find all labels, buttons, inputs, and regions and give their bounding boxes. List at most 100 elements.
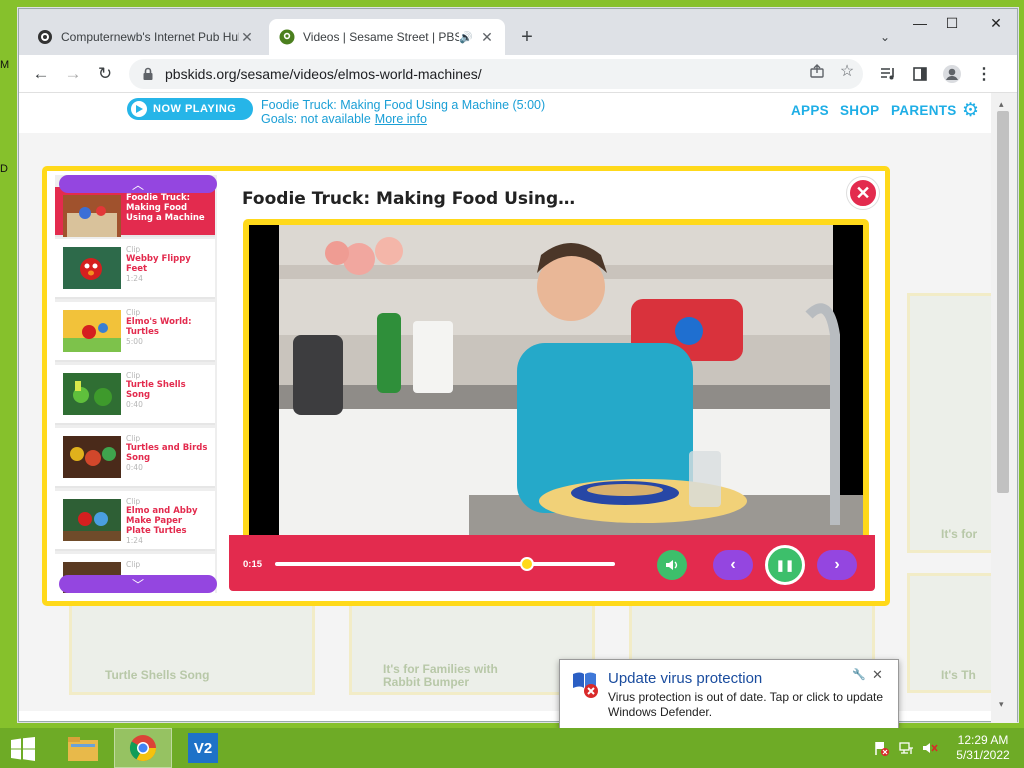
tab-internet-pub-hub[interactable]: Computernewb's Internet Pub Hub ✕ [27,19,265,55]
forward-button[interactable]: → [61,62,85,86]
vnc-icon: V2 [188,733,218,763]
playlist-item-duration: 1:24 [126,274,143,283]
close-window-button[interactable]: ✕ [981,13,1011,33]
tab-sesame-street-videos[interactable]: Videos | Sesame Street | PBS KIDS 🔊 ✕ [269,19,505,55]
side-panel-icon[interactable] [909,63,931,85]
previous-button[interactable]: ‹ [713,550,753,580]
minimize-button[interactable]: — [905,13,935,33]
browser-toolbar: ← → ↻ pbskids.org/sesame/videos/elmos-wo… [19,55,1017,93]
tab-title: Videos | Sesame Street | PBS KIDS [303,30,460,44]
url-text[interactable]: pbskids.org/sesame/videos/elmos-world-ma… [165,66,863,82]
maximize-button[interactable]: ☐ [937,13,967,33]
lock-icon[interactable] [141,67,155,81]
windows-start-icon[interactable] [10,737,36,761]
goals-label: Goals: not available [261,112,371,126]
settings-gear-icon[interactable]: ⚙ [962,101,982,121]
pub-hub-favicon-icon [37,29,53,45]
scroll-down-arrow[interactable]: ▾ [999,699,1009,709]
back-button[interactable]: ← [29,62,53,86]
playlist-item[interactable]: Foodie Truck: Making Food Using a Machin… [55,187,215,237]
chrome-app[interactable] [114,728,172,768]
playlist-item-title: Elmo and Abby Make Paper Plate Turtles [126,506,198,536]
now-playing-badge[interactable]: NOW PLAYING [127,98,253,120]
playlist-item[interactable]: Clip Turtle Shells Song 0:40 [55,365,215,425]
next-button[interactable]: › [817,550,857,580]
vnc-app[interactable]: V2 [174,728,232,768]
chrome-icon [129,735,157,762]
pbs-kids-page: NOW PLAYING Foodie Truck: Making Food Us… [19,93,991,711]
playlist-item[interactable]: Clip Elmo's World: Turtles 5:00 [55,302,215,362]
playlist-up-arrow[interactable]: ︿ [59,175,217,193]
video-thumbnail [63,195,121,237]
playlist-item-title: Turtle Shells Song [126,380,186,400]
address-bar[interactable]: pbskids.org/sesame/videos/elmos-world-ma… [129,59,863,89]
background-tile-label: It's for Families with Rabbit Bumper [383,662,498,689]
close-player-button[interactable]: ✕ [847,177,879,209]
more-info-link[interactable]: More info [375,112,427,126]
tab-search-button[interactable]: ⌄ [875,27,895,47]
browser-window: Computernewb's Internet Pub Hub ✕ Videos… [18,8,1018,723]
clock-time: 12:29 AM [957,733,1009,747]
progress-bar[interactable] [275,557,615,571]
notification-title: Update virus protection [608,670,763,687]
tab-close-icon[interactable]: ✕ [239,29,255,45]
playlist-item-title: Turtles and Birds Song [126,443,208,463]
action-center-flag-icon[interactable] [874,740,890,756]
player-controls: 0:15 ‹ ❚❚ › [229,535,875,591]
playlist-down-arrow[interactable]: ﹀ [59,575,217,593]
video-content[interactable] [249,225,863,535]
vertical-scrollbar[interactable]: ▴ ▾ [991,93,1017,723]
apps-link[interactable]: APPS [791,103,829,118]
virus-protection-notification[interactable]: Update virus protection Virus protection… [559,659,899,729]
playlist-item-duration: 5:00 [126,337,143,346]
system-clock[interactable]: 12:29 AM 5/31/2022 [950,733,1016,763]
shop-link[interactable]: SHOP [840,103,879,118]
video-thumbnail [63,436,121,478]
playlist-item-title: Elmo's World: Turtles [126,317,192,337]
video-title: Foodie Truck: Making Food Using… [242,189,576,209]
playlist-item-kind: Clip [126,560,141,569]
network-icon[interactable] [898,740,914,756]
tab-close-icon[interactable]: ✕ [479,29,495,45]
menu-dots-icon[interactable]: ⋮ [973,63,995,85]
background-tile-label: It's for [941,527,978,541]
reload-button[interactable]: ↻ [93,62,117,86]
new-tab-button[interactable]: + [515,25,539,49]
video-thumbnail [63,310,121,352]
playlist-item-kind: Clip [126,434,141,443]
parents-link[interactable]: PARENTS [891,103,957,118]
playlist-item-kind: Clip [126,371,141,380]
share-icon[interactable] [807,61,827,81]
volume-button[interactable] [657,550,687,580]
media-control-icon[interactable] [877,63,899,85]
pbs-kids-favicon-icon [279,29,295,45]
windows-defender-flag-icon [573,672,598,698]
playlist: Foodie Truck: Making Food Using a Machin… [55,175,217,593]
playlist-item-duration: 1:24 [126,536,143,545]
tab-audio-icon[interactable]: 🔊 [459,31,473,44]
desktop-icon-label[interactable]: M [0,59,9,71]
bookmark-star-icon[interactable]: ☆ [837,61,857,81]
wrench-icon[interactable]: 🔧 [852,668,866,682]
playlist-item[interactable]: Clip Elmo and Abby Make Paper Plate Turt… [55,491,215,551]
profile-avatar[interactable] [941,63,963,85]
notification-close-button[interactable]: ✕ [872,667,886,682]
pause-button[interactable]: ❚❚ [765,545,805,585]
playlist-item[interactable]: Clip Turtles and Birds Song 0:40 [55,428,215,488]
playlist-item[interactable]: Clip Webby Flippy Feet 1:24 [55,239,215,299]
file-explorer-app[interactable] [54,728,112,768]
playlist-item-kind: Clip [126,308,141,317]
background-tile-label: Turtle Shells Song [105,668,210,682]
volume-muted-icon[interactable] [922,740,938,756]
now-playing-label: NOW PLAYING [153,103,237,115]
video-frame: 0:15 ‹ ❚❚ › [229,219,875,591]
scroll-up-arrow[interactable]: ▴ [999,99,1009,109]
scrollbar-thumb[interactable] [997,111,1009,493]
now-playing-title: Foodie Truck: Making Food Using a Machin… [261,98,546,112]
desktop-icon-label[interactable]: D [0,163,8,175]
progress-thumb[interactable] [519,557,534,571]
tab-title: Computernewb's Internet Pub Hub [61,30,239,44]
background-video-tile[interactable] [907,293,991,553]
notification-body: Virus protection is out of date. Tap or … [608,690,884,719]
video-still [279,225,863,535]
